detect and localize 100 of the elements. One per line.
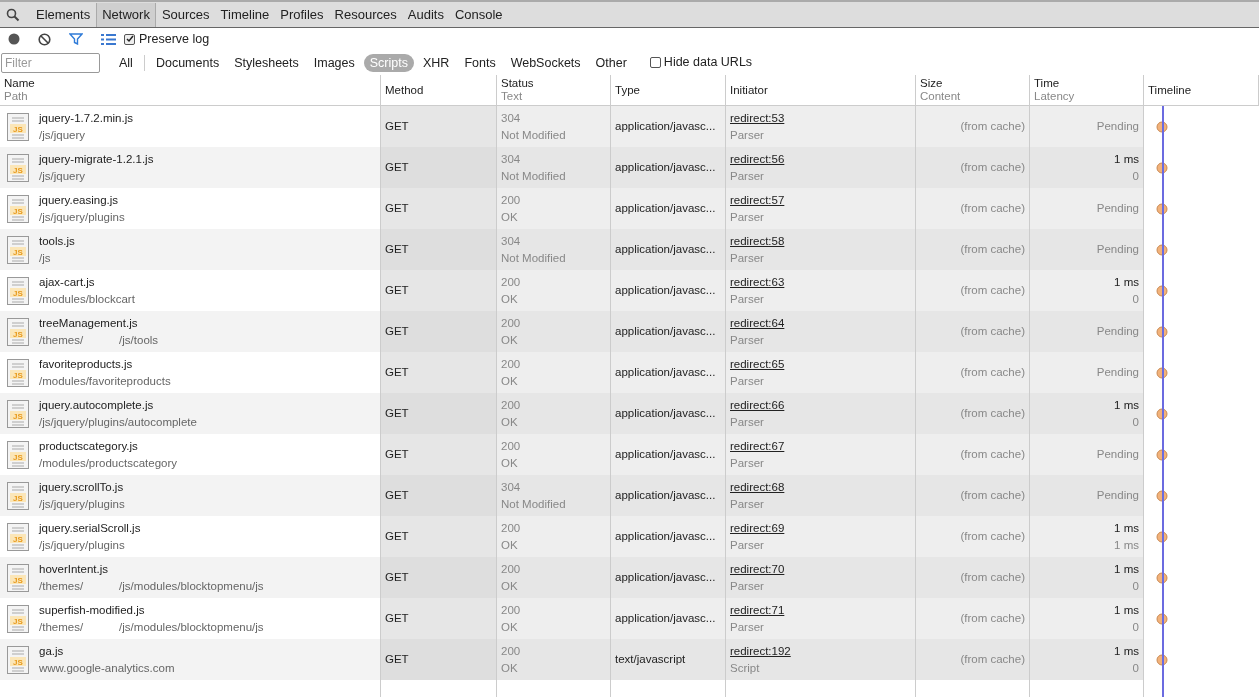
column-subtitle: Content	[920, 90, 962, 103]
column-header[interactable]: Size Content	[916, 75, 1030, 105]
type-filter[interactable]: Stylesheets	[228, 53, 305, 72]
list-view-icon[interactable]	[101, 33, 116, 45]
name-cell[interactable]: JS jquery.autocomplete.js /js/jquery/plugins/autocomplete	[0, 393, 381, 434]
file-path: /js/modules/blocktopmenu/js	[119, 619, 264, 635]
initiator-link[interactable]: redirect:58	[730, 232, 785, 250]
column-header[interactable]: Type	[611, 75, 726, 105]
clear-icon[interactable]	[38, 32, 51, 46]
initiator-link[interactable]: redirect:192	[730, 642, 791, 660]
status-text: OK	[501, 209, 519, 225]
status-text: OK	[501, 455, 519, 471]
checkbox[interactable]	[124, 33, 135, 45]
initiator-type: Parser	[730, 455, 765, 471]
latency-value: 0	[1132, 578, 1139, 594]
file-path: /js/tools	[119, 332, 159, 348]
file-path: /js/jquery/plugins	[39, 537, 125, 553]
column-header[interactable]: Name Path	[0, 75, 381, 105]
type-filter[interactable]: XHR	[416, 53, 456, 72]
column-header[interactable]: Method	[381, 75, 497, 105]
time-value: Pending	[1096, 201, 1139, 216]
checkmark-icon	[125, 35, 134, 43]
status-code: 200	[501, 602, 522, 618]
initiator-link[interactable]: redirect:64	[730, 314, 785, 332]
status-text: OK	[501, 373, 519, 389]
checkbox[interactable]	[649, 57, 661, 68]
file-path: /themes/	[39, 619, 84, 635]
initiator-link[interactable]: redirect:69	[730, 519, 785, 537]
initiator-link[interactable]: redirect:67	[730, 437, 785, 455]
initiator-link[interactable]: redirect:70	[730, 560, 785, 578]
column-header[interactable]: Initiator	[726, 75, 916, 105]
script-file-icon: JS	[7, 399, 29, 428]
name-cell[interactable]: JS tools.js /js	[0, 229, 381, 270]
type-filter[interactable]: Images	[307, 53, 361, 72]
initiator-link[interactable]: redirect:56	[730, 150, 785, 168]
panel-tab[interactable]: Timeline	[215, 2, 275, 27]
script-file-icon: JS	[7, 440, 29, 469]
panel-tab[interactable]: Console	[449, 2, 508, 27]
name-cell[interactable]: JS hoverIntent.js /themes/ /js/modules/blocktopmenu/js	[0, 557, 381, 598]
column-header[interactable]: Timeline	[1144, 75, 1259, 105]
initiator-link[interactable]: redirect:65	[730, 355, 785, 373]
panel-tab[interactable]: Profiles	[275, 2, 329, 27]
script-file-icon: JS	[7, 522, 29, 551]
initiator-link[interactable]: redirect:68	[730, 478, 785, 496]
size-cell-text: (from cache)	[960, 529, 1025, 544]
type-filter[interactable]: All	[113, 53, 139, 72]
search-icon[interactable]	[6, 7, 20, 22]
file-path: /themes/	[39, 578, 84, 594]
panel-tab[interactable]: Elements	[31, 2, 96, 27]
time-value: 1 ms	[1114, 520, 1139, 536]
type-filter[interactable]: WebSockets	[504, 53, 587, 72]
type-cell-text: application/javasc...	[615, 324, 717, 339]
script-file-icon: JS	[7, 276, 29, 305]
type-filter[interactable]: Fonts	[458, 53, 502, 72]
initiator-link[interactable]: redirect:63	[730, 273, 785, 291]
column-header[interactable]: Time Latency	[1030, 75, 1144, 105]
type-cell-text: application/javasc...	[615, 570, 717, 585]
initiator-type: Parser	[730, 209, 765, 225]
panel-tab[interactable]: Sources	[156, 2, 215, 27]
file-name: favoriteproducts.js	[39, 356, 134, 372]
name-cell[interactable]: JS ga.js www.google-analytics.com	[0, 639, 381, 680]
status-text: OK	[501, 660, 519, 676]
initiator-link[interactable]: redirect:71	[730, 601, 785, 619]
time-value: Pending	[1096, 119, 1139, 134]
type-cell-text: application/javasc...	[615, 160, 717, 175]
file-name: jquery.scrollTo.js	[39, 479, 125, 495]
filter-field[interactable]: Filter	[1, 52, 100, 73]
size-cell-text: (from cache)	[960, 488, 1025, 503]
script-file-icon: JS	[7, 358, 29, 387]
name-cell[interactable]: JS jquery-migrate-1.2.1.js /js/jquery	[0, 147, 381, 188]
panel-tab[interactable]: Network	[96, 2, 156, 27]
type-cell-text: application/javasc...	[615, 529, 717, 544]
time-value: Pending	[1096, 324, 1139, 339]
panel-tab[interactable]: Audits	[402, 2, 449, 27]
name-cell[interactable]: JS treeManagement.js /themes/ /js/tools	[0, 311, 381, 352]
record-icon[interactable]	[8, 33, 20, 45]
script-file-icon: JS	[7, 235, 29, 264]
size-cell-text: (from cache)	[960, 242, 1025, 257]
time-value: 1 ms	[1114, 643, 1139, 659]
file-path: /js/jquery/plugins/autocomplete	[39, 414, 197, 430]
time-value: Pending	[1096, 365, 1139, 380]
type-filter[interactable]: Other	[589, 53, 633, 72]
name-cell[interactable]: JS jquery.scrollTo.js /js/jquery/plugins	[0, 475, 381, 516]
size-cell-text: (from cache)	[960, 283, 1025, 298]
panel-tab[interactable]: Resources	[329, 2, 402, 27]
column-subtitle: Path	[4, 90, 29, 103]
method-cell-text: GET	[385, 119, 410, 134]
time-value: Pending	[1096, 447, 1139, 462]
filter-icon[interactable]	[69, 33, 83, 45]
initiator-link[interactable]: redirect:66	[730, 396, 785, 414]
column-header[interactable]: Status Text	[497, 75, 611, 105]
type-filter[interactable]: Documents	[149, 53, 226, 72]
status-code: 304	[501, 233, 522, 249]
initiator-link[interactable]: redirect:53	[730, 109, 785, 127]
status-code: 200	[501, 274, 522, 290]
type-cell-text: application/javasc...	[615, 283, 717, 298]
type-cell-text: text/javascript	[615, 652, 687, 667]
status-text: Not Modified	[501, 127, 567, 143]
initiator-type: Parser	[730, 496, 765, 512]
initiator-link[interactable]: redirect:57	[730, 191, 785, 209]
